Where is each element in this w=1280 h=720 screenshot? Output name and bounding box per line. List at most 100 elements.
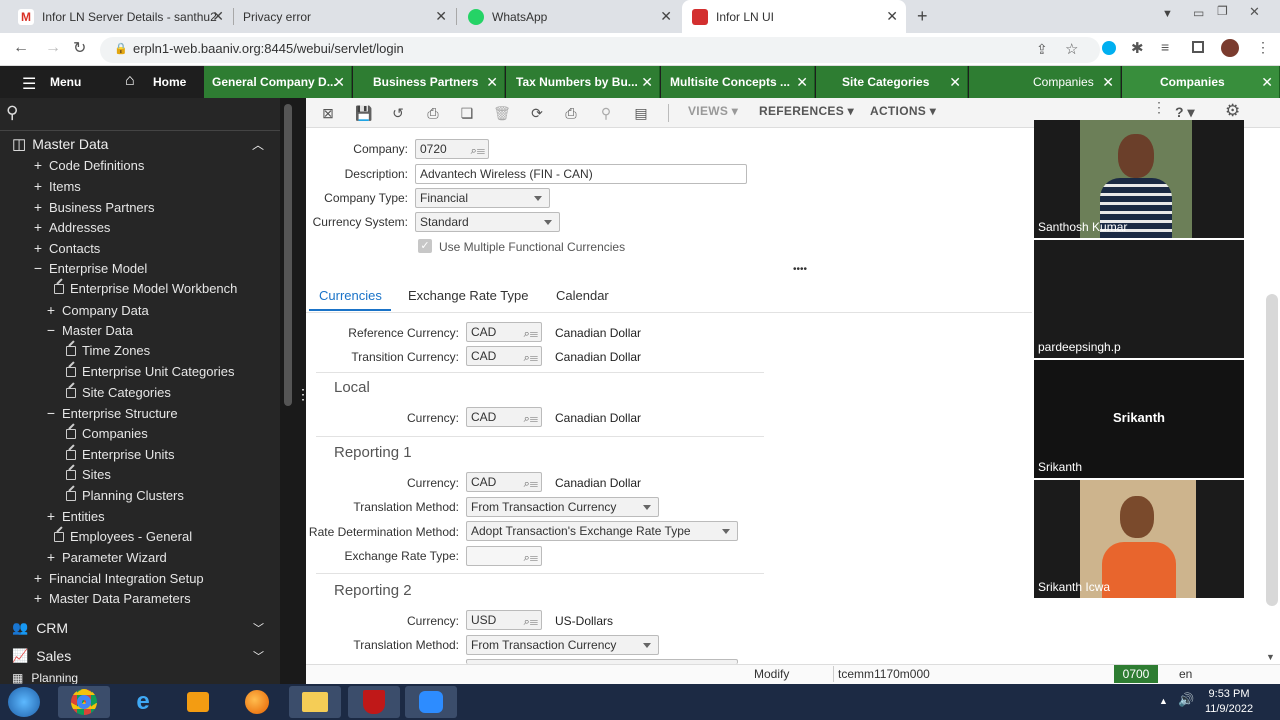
resize-handle-icon[interactable]: ⋮ [296, 387, 310, 401]
sidebar-item[interactable]: + Parameter Wizard [45, 549, 167, 565]
video-tile-srikanth-icwa[interactable]: Srikanth Icwa [1034, 480, 1244, 598]
tray-up-icon[interactable]: ▲ [1159, 696, 1168, 706]
share-icon[interactable]: ⇪ [1036, 41, 1048, 58]
home-button[interactable]: Home [153, 75, 186, 89]
sidebar-section-crm[interactable]: 👥 CRM ﹀ [0, 615, 280, 641]
description-field[interactable]: Advantech Wireless (FIN - CAN) [415, 164, 747, 184]
sidebar-item[interactable]: Enterprise Unit Categories [66, 364, 234, 379]
sidebar-item[interactable]: Sites [66, 467, 111, 482]
menu-button[interactable]: Menu [50, 75, 81, 89]
close-icon[interactable]: ✕ [660, 8, 672, 25]
close-icon[interactable]: ✕ [212, 8, 224, 25]
expand-icon[interactable]: + [32, 178, 44, 194]
delete-icon[interactable]: 🗑 [493, 104, 511, 122]
close-icon[interactable]: ✕ [333, 74, 345, 91]
minimize-icon[interactable]: ▭ [1193, 6, 1204, 20]
main-scrollbar[interactable] [1266, 294, 1278, 606]
lookup-icon[interactable]: ⌕☰ [524, 549, 538, 567]
rep1-currency-field[interactable]: CAD ⌕☰ [466, 472, 542, 492]
rep2-currency-field[interactable]: USD ⌕☰ [466, 610, 542, 630]
expand-icon[interactable]: + [45, 508, 57, 524]
sidebar-item[interactable]: + Entities [45, 508, 105, 524]
browser-tab-whatsapp[interactable]: WhatsApp ✕ [458, 0, 680, 33]
rep2-translation-select[interactable]: From Transaction Currency [466, 635, 659, 655]
chevron-down-icon[interactable]: ﹀ [253, 620, 264, 636]
print-icon[interactable]: ⎙ [562, 104, 580, 122]
close-icon[interactable]: ✕ [1102, 74, 1114, 91]
reload-icon[interactable]: ↻ [73, 38, 86, 58]
expand-icon[interactable]: + [32, 590, 44, 606]
chrome-taskbar-icon[interactable] [58, 686, 110, 718]
ie-taskbar-icon[interactable]: e [117, 686, 169, 718]
help-icon[interactable]: ? ▾ [1175, 104, 1194, 121]
window-close-icon[interactable]: ✕ [1249, 4, 1260, 20]
video-tile-srikanth[interactable]: Srikanth Srikanth [1034, 360, 1244, 478]
app-tab-companies-active[interactable]: Companies ✕ [1122, 66, 1280, 98]
collapse-icon[interactable]: − [45, 322, 57, 338]
currency-system-select[interactable]: Standard [415, 212, 560, 232]
sidebar-item[interactable]: − Enterprise Structure [45, 405, 178, 421]
sidebar-scroll-thumb[interactable] [284, 104, 292, 406]
close-icon[interactable]: ✕ [949, 74, 961, 91]
scroll-down-icon[interactable]: ▼ [1266, 652, 1275, 662]
attachment-icon[interactable]: ▤ [632, 104, 650, 122]
lookup-icon[interactable]: ⌕☰ [471, 142, 485, 160]
browser-tab-server-details[interactable]: M Infor LN Server Details - santhu2 ✕ [8, 0, 232, 33]
gear-icon[interactable]: ⚙ [1225, 101, 1240, 121]
close-icon[interactable]: ✕ [641, 74, 653, 91]
start-button-icon[interactable] [8, 687, 40, 717]
sidebar-section-sales[interactable]: 📈 Sales ﹀ [0, 643, 280, 669]
url-text[interactable]: erpln1-web.baaniv.org:8445/webui/servlet… [133, 41, 404, 56]
restore-icon[interactable]: ❐ [1217, 4, 1228, 18]
app-tab-site-categories[interactable]: Site Categories ✕ [816, 66, 968, 98]
rep1-ert-field[interactable]: ⌕☰ [466, 546, 542, 566]
views-menu[interactable]: VIEWS ▾ [688, 104, 738, 118]
sidebar-item[interactable]: + Financial Integration Setup [32, 570, 204, 586]
app-tab-companies[interactable]: Companies ✕ [969, 66, 1121, 98]
sidebar-item[interactable]: Planning Clusters [66, 488, 184, 503]
status-company-badge[interactable]: 0700 [1114, 665, 1158, 683]
rep1-rate-select[interactable]: Adopt Transaction's Exchange Rate Type [466, 521, 738, 541]
reference-currency-field[interactable]: CAD ⌕☰ [466, 322, 542, 342]
rep1-translation-select[interactable]: From Transaction Currency [466, 497, 659, 517]
collapse-icon[interactable]: − [32, 260, 44, 276]
sidebar-item[interactable]: + Master Data Parameters [32, 590, 191, 606]
close-icon[interactable]: ✕ [1261, 74, 1273, 91]
browser-tab-infor-ln[interactable]: Infor LN UI ✕ [682, 0, 906, 33]
expand-icon[interactable]: + [32, 219, 44, 235]
close-icon[interactable]: ✕ [435, 8, 447, 25]
collapse-icon[interactable]: − [45, 405, 57, 421]
lookup-icon[interactable]: ⌕☰ [524, 613, 538, 631]
sidebar-item[interactable]: − Enterprise Model [32, 260, 147, 276]
tab-exchange-rate-type[interactable]: Exchange Rate Type [408, 288, 528, 303]
kebab-menu-icon[interactable]: ⋮ [1256, 39, 1270, 56]
back-arrow-icon[interactable]: ← [13, 39, 29, 57]
app-tab-tax-numbers[interactable]: Tax Numbers by Bu... ✕ [506, 66, 660, 98]
volume-icon[interactable]: 🔊 [1178, 692, 1194, 708]
expand-icon[interactable]: + [32, 157, 44, 173]
queue-icon[interactable]: ≡ [1161, 39, 1169, 55]
sidebar-item[interactable]: Enterprise Units [66, 447, 174, 462]
save-icon[interactable]: 💾 [355, 104, 373, 122]
extensions-icon[interactable]: ✱ [1131, 39, 1144, 57]
local-currency-field[interactable]: CAD ⌕☰ [466, 407, 542, 427]
mcafee-taskbar-icon[interactable] [348, 686, 400, 718]
close-icon[interactable]: ✕ [796, 74, 808, 91]
explorer-taskbar-icon[interactable] [289, 686, 341, 718]
refresh-icon[interactable]: ⟳ [528, 104, 546, 122]
undo-icon[interactable]: ↺ [389, 104, 407, 122]
expand-icon[interactable]: + [32, 240, 44, 256]
sidebar-item[interactable]: Site Categories [66, 385, 171, 400]
save-new-icon[interactable]: ⎙ [424, 104, 442, 122]
tab-currencies[interactable]: Currencies [319, 288, 382, 303]
app-tab-multisite[interactable]: Multisite Concepts ... ✕ [661, 66, 815, 98]
sidebar-item[interactable]: Enterprise Model Workbench [54, 281, 237, 296]
sidebar-section-master-data[interactable]: ◫ Master Data ︿ [0, 131, 280, 157]
lookup-icon[interactable]: ⌕☰ [524, 325, 538, 343]
references-menu[interactable]: REFERENCES ▾ [759, 104, 854, 118]
transition-currency-field[interactable]: CAD ⌕☰ [466, 346, 542, 366]
expand-icon[interactable]: + [32, 570, 44, 586]
sidebar-item[interactable]: + Company Data [45, 302, 149, 318]
search-icon[interactable]: ⚲ [6, 103, 18, 123]
kebab-icon[interactable]: ⋮ [1152, 99, 1166, 116]
